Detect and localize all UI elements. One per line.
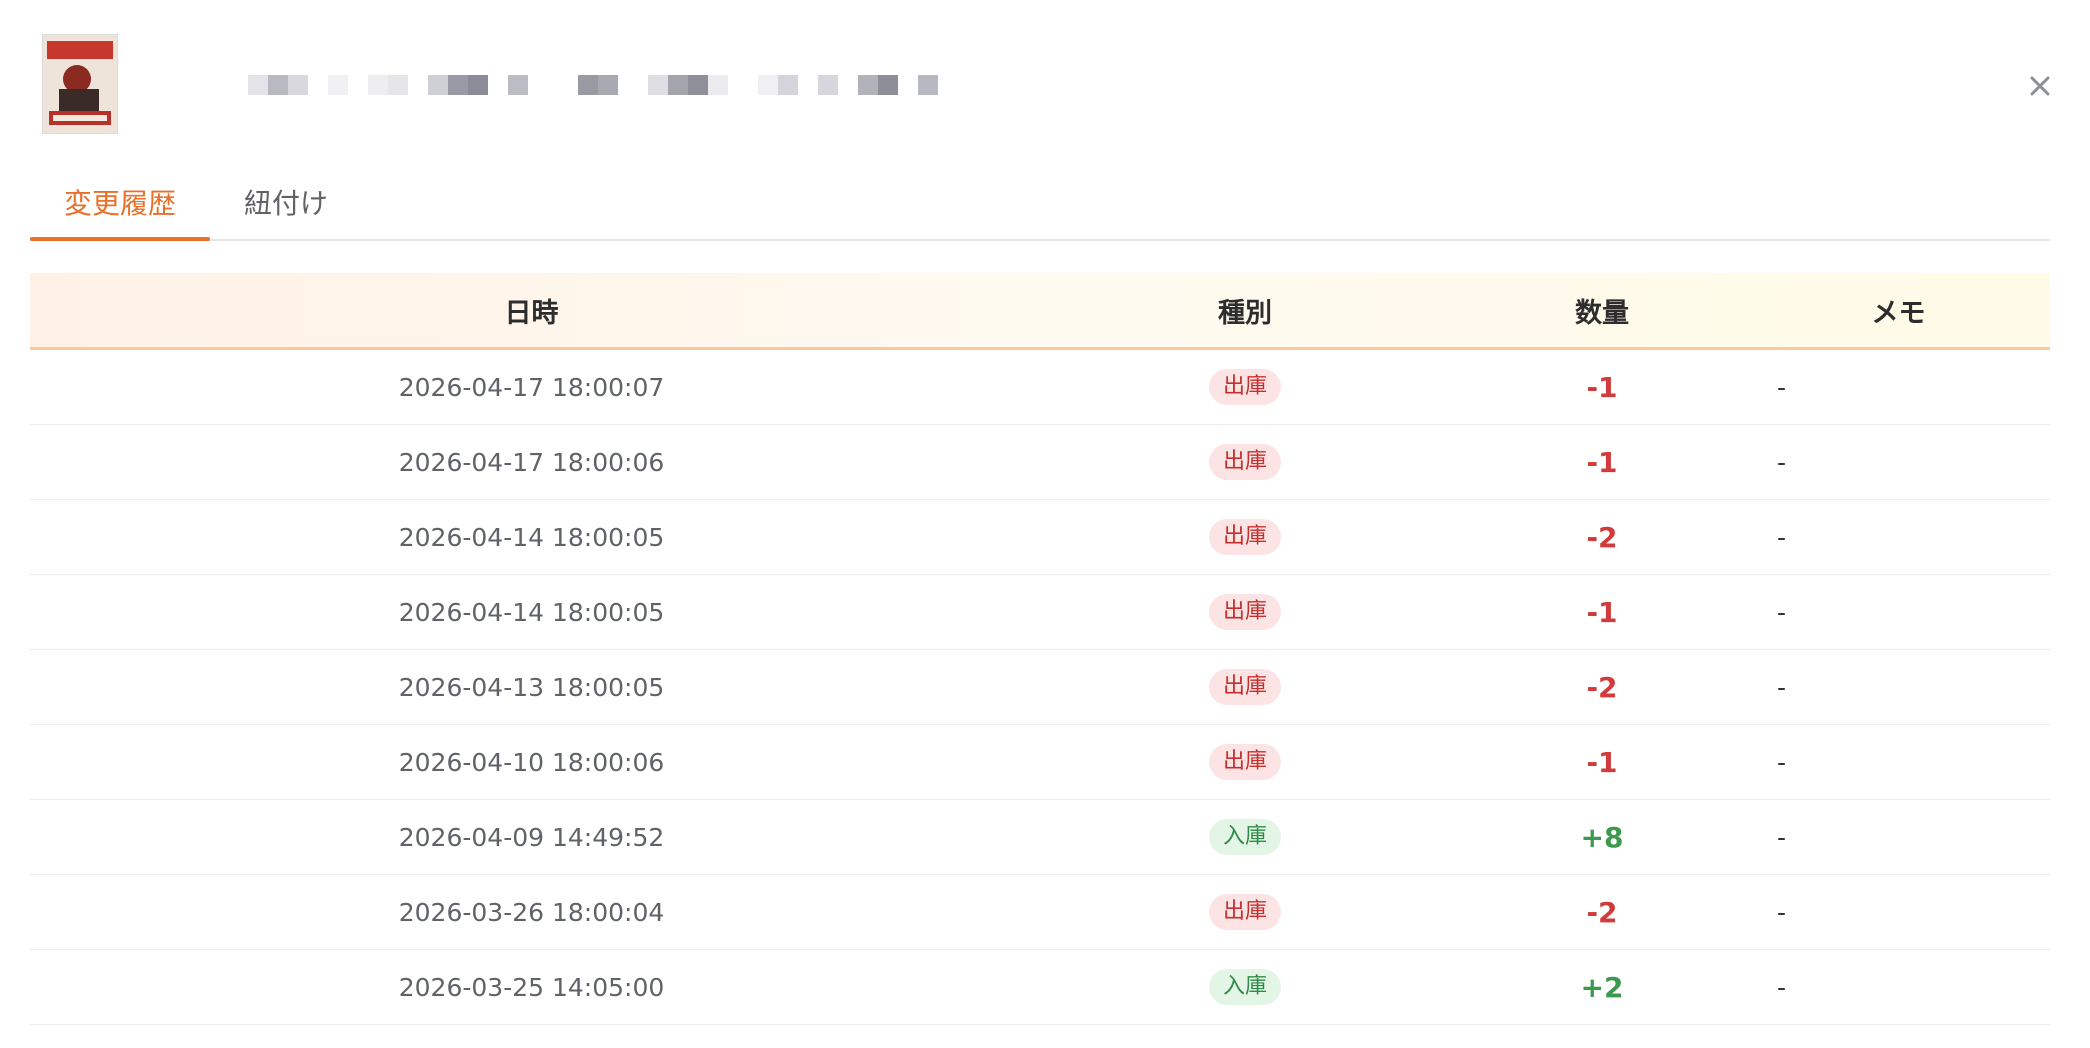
cell-date: 2026-04-09 14:49:52	[398, 822, 665, 852]
cell-memo: -	[1777, 372, 1787, 402]
header-qty: 数量	[1575, 297, 1629, 329]
cell-memo: -	[1777, 747, 1787, 777]
cell-type: 出庫	[1033, 444, 1457, 480]
cell-memo: -	[1777, 522, 1787, 552]
qty-value: -2	[1586, 895, 1618, 929]
header-type: 種別	[1218, 297, 1272, 329]
cell-date: 2026-04-17 18:00:06	[398, 447, 665, 477]
header-date: 日時	[504, 297, 559, 329]
cell-memo: -	[1777, 972, 1787, 1002]
product-thumbnail	[42, 34, 118, 134]
table-body: 2026-04-17 18:00:07 出庫 -1-2026-04-17 18:00…	[30, 350, 2050, 1025]
cell-type: 出庫	[1033, 744, 1457, 780]
table-row: 2026-04-17 18:00:07 出庫 -1 -	[30, 350, 2050, 425]
cell-date: 2026-03-25 14:05:00	[398, 972, 665, 1002]
cell-type: 出庫	[1033, 594, 1457, 630]
table-row: 2026-03-26 18:00:04 出庫 -2 -	[30, 875, 2050, 950]
cell-memo: -	[1777, 672, 1787, 702]
cell-qty: -1	[1457, 371, 1747, 404]
cell-memo: -	[1777, 597, 1787, 627]
table-row: 2026-03-25 14:05:00 入庫 +2 -	[30, 950, 2050, 1025]
type-badge: 出庫	[1208, 519, 1281, 555]
close-button[interactable]	[2020, 66, 2060, 106]
qty-value: -2	[1586, 670, 1618, 704]
table-row: 2026-04-13 18:00:05 出庫 -2 -	[30, 650, 2050, 725]
type-badge: 入庫	[1208, 969, 1281, 1005]
type-badge: 出庫	[1208, 594, 1281, 630]
type-badge: 出庫	[1208, 369, 1281, 405]
cell-qty: -1	[1457, 746, 1747, 779]
type-badge: 出庫	[1208, 669, 1281, 705]
cell-date: 2026-04-14 18:00:05	[398, 597, 665, 627]
table-row: 2026-04-17 18:00:06 出庫 -1 -	[30, 425, 2050, 500]
modal-header	[0, 0, 2090, 160]
product-title-redacted	[248, 74, 938, 96]
cell-memo: -	[1777, 897, 1787, 927]
cell-date: 2026-04-17 18:00:07	[398, 372, 665, 402]
cell-date: 2026-03-26 18:00:04	[398, 897, 665, 927]
cell-qty: -1	[1457, 446, 1747, 479]
cell-type: 出庫	[1033, 894, 1457, 930]
cell-type: 入庫	[1033, 969, 1457, 1005]
cell-qty: -2	[1457, 671, 1747, 704]
cell-type: 出庫	[1033, 369, 1457, 405]
cell-qty: -2	[1457, 521, 1747, 554]
qty-value: -1	[1586, 445, 1618, 479]
cell-memo: -	[1777, 822, 1787, 852]
tab-history[interactable]: 変更履歴	[30, 165, 211, 241]
table-row: 2026-04-14 18:00:05 出庫 -1 -	[30, 575, 2050, 650]
type-badge: 出庫	[1208, 744, 1281, 780]
table-row: 2026-04-10 18:00:06 出庫 -1 -	[30, 725, 2050, 800]
qty-value: -2	[1586, 520, 1618, 554]
header-memo: メモ	[1871, 297, 1926, 329]
cell-type: 出庫	[1033, 669, 1457, 705]
qty-value: -1	[1586, 745, 1618, 779]
tab-bar: 変更履歴 紐付け	[30, 165, 2050, 241]
qty-value: -1	[1586, 595, 1618, 629]
qty-value: -1	[1586, 370, 1618, 404]
table-row: 2026-04-14 18:00:05 出庫 -2 -	[30, 500, 2050, 575]
type-badge: 出庫	[1208, 444, 1281, 480]
cell-qty: -1	[1457, 596, 1747, 629]
type-badge: 入庫	[1208, 819, 1281, 855]
close-icon	[2030, 76, 2050, 96]
tab-linking[interactable]: 紐付け	[210, 165, 362, 239]
type-badge: 出庫	[1208, 894, 1281, 930]
cell-qty: +8	[1457, 821, 1747, 854]
history-modal: 変更履歴 紐付け 日時 種別 数量 メモ 2026-04-17 18:00:07…	[0, 0, 2090, 1048]
qty-value: +2	[1580, 970, 1624, 1004]
table-row: 2026-04-09 14:49:52 入庫 +8 -	[30, 800, 2050, 875]
table-header: 日時 種別 数量 メモ	[30, 273, 2050, 350]
cell-qty: +2	[1457, 971, 1747, 1004]
cell-date: 2026-04-13 18:00:05	[398, 672, 665, 702]
qty-value: +8	[1580, 820, 1624, 854]
history-table: 日時 種別 数量 メモ 2026-04-17 18:00:07 出庫 -1-2026…	[30, 273, 2050, 1025]
cell-memo: -	[1777, 447, 1787, 477]
cell-type: 入庫	[1033, 819, 1457, 855]
cell-type: 出庫	[1033, 519, 1457, 555]
cell-qty: -2	[1457, 896, 1747, 929]
cell-date: 2026-04-14 18:00:05	[398, 522, 665, 552]
cell-date: 2026-04-10 18:00:06	[398, 747, 665, 777]
